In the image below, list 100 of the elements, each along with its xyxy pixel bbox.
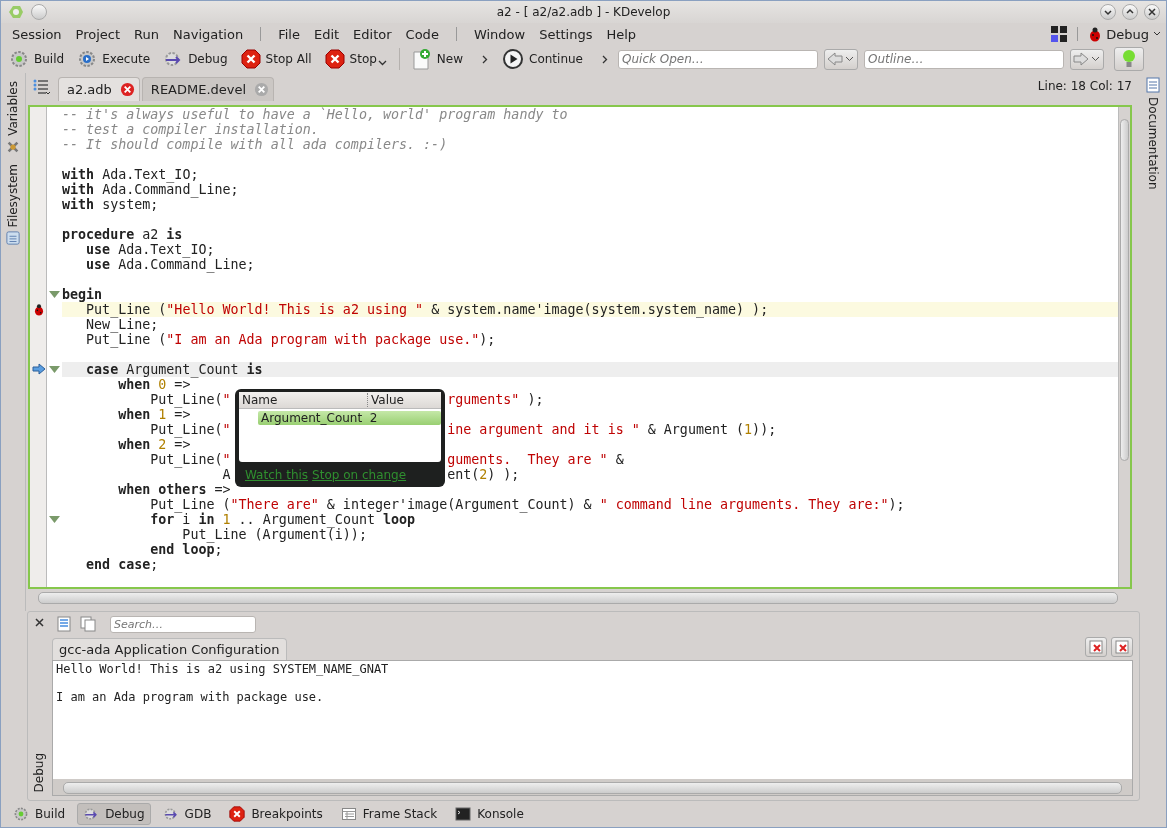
chevron-icon[interactable] <box>602 54 608 64</box>
menu-item[interactable]: Editor <box>346 26 399 42</box>
tool-view-button[interactable]: Breakpoints <box>223 803 329 825</box>
play-icon <box>502 48 525 70</box>
code-line: use Ada.Text_IO; <box>86 241 215 257</box>
table-icon <box>340 806 357 822</box>
vertical-scrollbar[interactable] <box>1118 106 1130 588</box>
close-output-button[interactable] <box>1111 637 1133 657</box>
document-list-icon[interactable] <box>32 77 52 96</box>
tooltip-link[interactable]: Stop on change <box>312 467 407 482</box>
menu-item[interactable]: Window <box>466 26 533 42</box>
dock-tab[interactable]: Filesystem <box>6 163 20 246</box>
code-line: when 1 => <box>117 406 191 422</box>
code-line: Put_Line(" <box>150 391 231 407</box>
forward-button[interactable] <box>1070 48 1104 70</box>
document-tab[interactable]: a2.adb <box>58 76 140 101</box>
code-line: Put_Line(" <box>150 421 231 437</box>
clear-button[interactable] <box>1085 637 1107 657</box>
code-line: with Ada.Command_Line; <box>62 181 239 197</box>
window-title: a2 - [ a2/a2.adb ] - KDevelop <box>495 5 672 19</box>
menu-item[interactable]: Project <box>68 26 128 42</box>
app-icon[interactable] <box>7 4 25 20</box>
chevron-icon[interactable] <box>482 54 489 64</box>
bulb-button[interactable] <box>1114 47 1144 71</box>
fold-icon[interactable] <box>49 515 60 523</box>
menu-item[interactable]: Navigation <box>166 26 251 42</box>
toolbar-button[interactable]: Stop All <box>236 47 316 71</box>
code-line: A <box>221 466 231 482</box>
notes-icon[interactable] <box>1146 77 1160 93</box>
stop-icon <box>324 49 345 69</box>
fold-icon[interactable] <box>49 365 60 373</box>
toolbar-button[interactable]: Stop <box>320 47 381 71</box>
bug-icon <box>1088 26 1103 42</box>
code-line: -- it's always useful to have a `Hello, world' program handy to <box>62 106 568 122</box>
tool-view-button[interactable]: Konsole <box>449 803 530 825</box>
toolbar-button[interactable]: Debug <box>159 47 232 71</box>
tool-view-button[interactable]: Debug <box>77 803 151 825</box>
toolbar-button[interactable]: Continue <box>498 46 587 72</box>
area-switcher[interactable]: Debug <box>1088 26 1161 42</box>
code-line: New_Line; <box>85 316 159 332</box>
code-line: use Ada.Command_Line; <box>85 256 255 272</box>
minimize-button[interactable] <box>1100 4 1116 20</box>
output-tab[interactable]: gcc-ada Application Configuration <box>52 638 287 660</box>
quick-open-field[interactable]: Quick Open… <box>618 49 818 69</box>
code-line: ent(2) ); <box>447 466 520 482</box>
pin-button[interactable] <box>31 4 47 20</box>
chevron-down-icon <box>1103 7 1113 17</box>
terminal-icon <box>455 806 472 822</box>
menu-item[interactable]: Edit <box>306 26 347 42</box>
bug-icon[interactable] <box>32 302 45 316</box>
gear-icon <box>13 806 29 822</box>
column-header[interactable]: Value <box>367 392 407 407</box>
menu-item[interactable]: Session <box>5 26 69 42</box>
code-line: procedure a2 is <box>62 226 183 242</box>
code-editor[interactable] <box>28 104 1132 590</box>
document-tab[interactable]: README.devel <box>141 76 275 101</box>
back-arrow-icon <box>826 51 856 67</box>
code-line: Put_Line (Argument(i)); <box>181 526 367 542</box>
toolbar-button[interactable]: New <box>405 46 468 72</box>
code-line: case Argument_Count is <box>85 361 263 377</box>
code-line: for i in 1 .. Argument_Count loop <box>149 511 416 527</box>
fold-icon[interactable] <box>49 290 60 298</box>
code-line: Put_Line ("I am an Ada program with package use."); <box>85 331 496 347</box>
horizontal-scrollbar[interactable] <box>63 781 1122 795</box>
tooltip-link[interactable]: Watch this <box>245 467 309 482</box>
menu-item[interactable]: Help <box>599 26 644 42</box>
horizontal-scrollbar[interactable] <box>38 591 1118 606</box>
code-line: -- test a compiler installation. <box>62 121 319 137</box>
dock-tab[interactable]: Documentation <box>1146 97 1160 190</box>
toolbar-button[interactable]: Execute <box>73 47 155 71</box>
dock-tab[interactable]: Variables <box>6 81 20 154</box>
tool-view-button[interactable]: GDB <box>156 803 218 825</box>
output-text: Hello World! This is a2 using SYSTEM_NAME_GNAT I am an Ada program with package use. <box>53 661 1132 779</box>
code-line: with Ada.Text_IO; <box>62 166 199 182</box>
menu-item[interactable]: Code <box>398 26 446 42</box>
search-field[interactable]: Search… <box>110 615 256 633</box>
code-line: ine argument and it is " & Argument (1)); <box>447 421 777 437</box>
outline-field[interactable]: Outline… <box>864 49 1064 69</box>
variable-row[interactable]: Argument_Count 2 <box>258 410 441 425</box>
close-icon[interactable] <box>34 618 44 627</box>
grid-icon[interactable] <box>1051 26 1068 42</box>
code-line: with system; <box>62 196 159 212</box>
code-line: Put_Line ("Hello World! This is a2 using " & system.name'image(system.system_name) ); <box>86 301 769 317</box>
code-line: Put_Line(" <box>149 451 231 467</box>
menu-item[interactable]: Settings <box>532 26 600 42</box>
menu-item[interactable]: Run <box>127 26 167 42</box>
close-icon[interactable] <box>119 81 135 97</box>
toolbar-button[interactable]: Build <box>5 47 69 71</box>
tools-icon <box>6 139 20 154</box>
tool-view-button[interactable]: Build <box>7 803 72 825</box>
maximize-button[interactable] <box>1122 4 1138 20</box>
caret-icon[interactable] <box>377 60 387 66</box>
stop-icon <box>240 49 261 69</box>
document-icon[interactable] <box>56 616 72 632</box>
column-header[interactable]: Name <box>239 392 367 407</box>
tool-view-button[interactable]: Frame Stack <box>334 803 444 825</box>
close-button[interactable] <box>1144 4 1160 20</box>
back-button[interactable] <box>824 48 858 70</box>
copy-icon[interactable] <box>80 616 96 632</box>
menu-item[interactable]: File <box>271 26 307 42</box>
